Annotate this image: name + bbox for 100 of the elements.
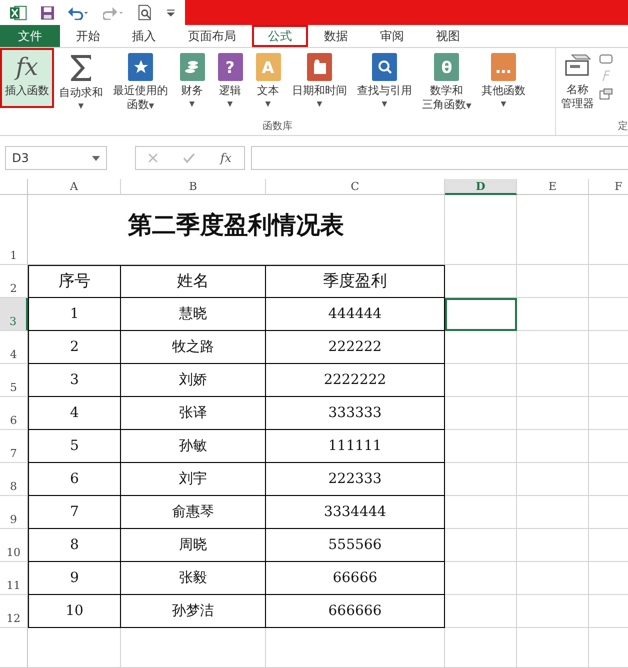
table-cell: 444444	[266, 298, 445, 331]
star-book-icon	[128, 53, 153, 82]
table-cell: 222333	[266, 463, 445, 496]
sheet-cell[interactable]	[28, 628, 121, 668]
sheet-cell[interactable]	[517, 463, 589, 496]
table-cell: 刘宇	[121, 463, 266, 496]
table-cell: 张译	[121, 397, 266, 430]
sheet-cell[interactable]	[445, 595, 517, 628]
sheet-cell[interactable]	[517, 496, 589, 529]
function-book-icon: ?	[218, 53, 242, 82]
column-header[interactable]: C	[266, 179, 445, 195]
sheet-title: 第二季度盈利情况表	[28, 195, 445, 265]
row-header[interactable]	[0, 628, 28, 668]
table-cell: 111111	[266, 430, 445, 463]
name-box[interactable]: D3	[5, 146, 107, 170]
column-header[interactable]: A	[28, 179, 121, 195]
table-cell: 1	[28, 298, 121, 331]
save-icon[interactable]	[41, 6, 54, 20]
table-cell: 7	[28, 496, 121, 529]
insert-function-icon[interactable]: fx	[220, 151, 232, 166]
table-cell: 孙敏	[121, 430, 266, 463]
caret-icon	[92, 156, 100, 161]
sheet-cell[interactable]	[445, 430, 517, 463]
tag-icon[interactable]	[599, 54, 613, 64]
column-header[interactable]: F	[589, 179, 628, 195]
sheet-cell[interactable]	[445, 195, 517, 265]
column-heading: 序号	[28, 265, 121, 298]
sheet-cell[interactable]	[445, 529, 517, 562]
row-header[interactable]: 9	[0, 496, 28, 529]
function-book-icon: …	[490, 53, 516, 82]
sheet-cell[interactable]	[445, 265, 517, 298]
ribbon-tab[interactable]: 公式	[252, 25, 308, 48]
function-book-icon: θ	[434, 53, 460, 82]
sheet-cell[interactable]	[517, 364, 589, 397]
undo-icon[interactable]	[68, 6, 90, 20]
search-book-icon	[372, 53, 397, 82]
cancel-icon[interactable]	[148, 153, 158, 164]
table-cell: 孙梦洁	[121, 595, 266, 628]
table-cell: 6	[28, 463, 121, 496]
column-header[interactable]: D	[445, 179, 517, 195]
active-cell[interactable]	[445, 298, 517, 331]
row-header[interactable]: 4	[0, 331, 28, 364]
sheet-cell[interactable]	[445, 562, 517, 595]
table-icon[interactable]	[599, 88, 613, 100]
sheet-cell[interactable]	[445, 496, 517, 529]
sigma-icon	[68, 53, 94, 84]
column-header[interactable]: E	[517, 179, 589, 195]
table-cell: 俞惠琴	[121, 496, 266, 529]
formula-input[interactable]	[251, 146, 628, 170]
table-cell: 牧之路	[121, 331, 266, 364]
sheet-cell[interactable]	[517, 298, 589, 331]
column-header[interactable]: B	[121, 179, 266, 195]
sheet-cell[interactable]	[445, 628, 517, 668]
row-header[interactable]: 2	[0, 265, 28, 298]
sheet-cell[interactable]	[517, 529, 589, 562]
calendar-book-icon	[307, 53, 332, 82]
table-cell: 66666	[266, 562, 445, 595]
sheet-cell[interactable]	[517, 195, 589, 265]
sheet-cell[interactable]	[517, 595, 589, 628]
sheet-cell[interactable]	[517, 562, 589, 595]
redo-icon[interactable]	[103, 6, 124, 20]
group-label: 函数库	[262, 120, 294, 134]
row-header[interactable]: 5	[0, 364, 28, 397]
sheet-cell[interactable]	[517, 430, 589, 463]
customize-caret-icon[interactable]	[167, 8, 175, 18]
row-header[interactable]: 11	[0, 562, 28, 595]
sheet-cell[interactable]	[517, 628, 589, 668]
function-icon: fx	[16, 53, 38, 84]
table-cell: 2222222	[266, 364, 445, 397]
sheet-cell[interactable]	[517, 265, 589, 298]
print-preview-icon[interactable]	[138, 4, 154, 21]
sheet-cell[interactable]	[445, 331, 517, 364]
table-cell: 刘娇	[121, 364, 266, 397]
table-cell: 慧晓	[121, 298, 266, 331]
row-header[interactable]: 7	[0, 430, 28, 463]
ribbon-button[interactable]: 名称 管理器	[556, 48, 599, 120]
sheet-cell[interactable]	[445, 397, 517, 430]
row-header[interactable]: 3	[0, 298, 28, 331]
file-tab[interactable]: 文件	[0, 25, 60, 48]
row-header[interactable]: 12	[0, 595, 28, 628]
sheet-cell[interactable]	[445, 364, 517, 397]
table-cell: 8	[28, 529, 121, 562]
sheet-cell[interactable]	[517, 397, 589, 430]
ribbon-button[interactable]: fx 插入函数	[0, 48, 54, 108]
sheet-cell[interactable]	[445, 463, 517, 496]
table-cell: 2	[28, 331, 121, 364]
check-icon[interactable]	[183, 153, 196, 164]
row-header[interactable]: 1	[0, 195, 28, 265]
row-header[interactable]: 6	[0, 397, 28, 430]
group-label: 定	[617, 120, 628, 134]
sheet-cell[interactable]	[517, 331, 589, 364]
row-header[interactable]: 10	[0, 529, 28, 562]
table-cell: 4	[28, 397, 121, 430]
row-header[interactable]: 8	[0, 463, 28, 496]
sheet-cell[interactable]	[121, 628, 266, 668]
function-book-icon: A	[256, 53, 280, 82]
table-cell: 5	[28, 430, 121, 463]
coins-book-icon	[180, 53, 204, 82]
sheet-cell[interactable]	[266, 628, 445, 668]
table-cell: 10	[28, 595, 121, 628]
